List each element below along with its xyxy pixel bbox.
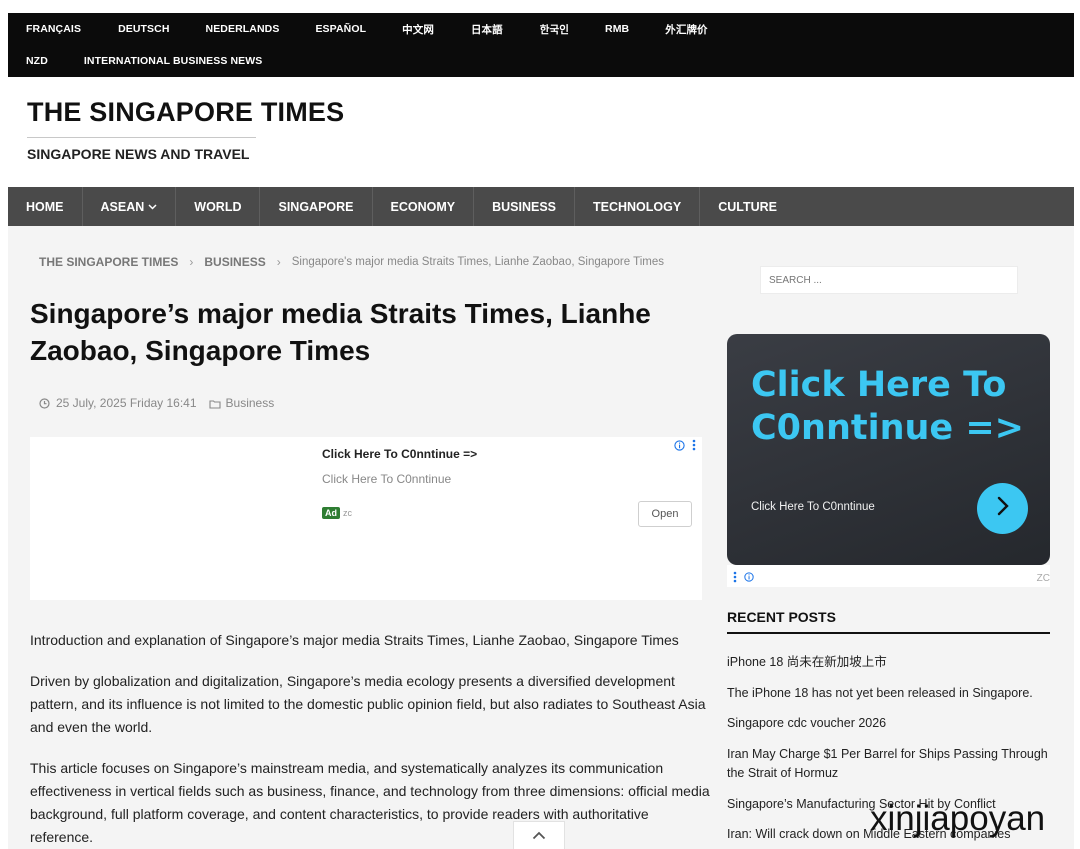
chevron-right-icon — [995, 496, 1011, 521]
promo-continue-button[interactable] — [977, 483, 1028, 534]
nav-item-label: CULTURE — [718, 199, 777, 214]
promo-headline[interactable]: Click Here To C0nntinue => — [751, 364, 1031, 450]
language-bar-row-1: FRANÇAIS DEUTSCH NEDERLANDS ESPAÑOL 中文网 … — [8, 13, 708, 45]
nav-item-label: ASEAN — [100, 199, 145, 214]
site-tagline: SINGAPORE NEWS AND TRAVEL — [27, 146, 250, 162]
ad-banner[interactable]: Click Here To C0nntinue => Click Here To… — [30, 437, 702, 600]
folder-icon — [208, 398, 221, 409]
breadcrumb-separator-icon: › — [189, 255, 194, 269]
article-category[interactable]: Business — [208, 396, 275, 410]
nav-item-technology[interactable]: TECHNOLOGY — [575, 187, 701, 226]
lang-link-nzd[interactable]: NZD — [26, 55, 48, 67]
promo-ad-card[interactable]: Click Here To C0nntinue => Click Here To… — [727, 334, 1050, 565]
recent-posts-heading: RECENT POSTS — [727, 609, 836, 625]
nav-item-singapore[interactable]: SINGAPORE — [260, 187, 373, 226]
clock-icon — [39, 397, 50, 409]
intl-business-news-link[interactable]: INTERNATIONAL BUSINESS NEWS — [84, 55, 263, 67]
recent-post-link[interactable]: iPhone 18 尚未在新加坡上市 — [727, 653, 1050, 673]
breadcrumb-section[interactable]: BUSINESS — [204, 255, 265, 269]
promo-subtext: Click Here To C0nntinue — [751, 501, 875, 513]
nav-item-asean[interactable]: ASEAN — [83, 187, 177, 226]
nav-item-culture[interactable]: CULTURE — [700, 187, 795, 226]
promo-ad-footer: ZC — [727, 565, 1050, 587]
language-bar: FRANÇAIS DEUTSCH NEDERLANDS ESPAÑOL 中文网 … — [8, 13, 1074, 77]
nav-item-label: SINGAPORE — [278, 199, 354, 214]
chevron-down-icon — [148, 202, 157, 212]
breadcrumb-home[interactable]: THE SINGAPORE TIMES — [39, 255, 178, 269]
page-frame: FRANÇAIS DEUTSCH NEDERLANDS ESPAÑOL 中文网 … — [8, 13, 1074, 849]
article-date: 25 July, 2025 Friday 16:41 — [56, 396, 197, 410]
nav-item-business[interactable]: BUSINESS — [474, 187, 575, 226]
lang-link-chinese[interactable]: 中文网 — [402, 22, 434, 37]
ad-info-icon[interactable] — [674, 440, 685, 454]
site-title[interactable]: THE SINGAPORE TIMES — [27, 97, 344, 128]
article-meta: 25 July, 2025 Friday 16:41 Business — [39, 396, 274, 410]
lang-link-nederlands[interactable]: NEDERLANDS — [206, 23, 280, 35]
chevron-up-icon — [532, 827, 546, 845]
recent-posts-divider — [727, 632, 1050, 634]
ad-options-icon[interactable] — [692, 439, 696, 454]
recent-post-link[interactable]: The iPhone 18 has not yet been released … — [727, 684, 1050, 704]
article-title: Singapore’s major media Straits Times, L… — [30, 298, 651, 366]
nav-item-label: TECHNOLOGY — [593, 199, 682, 214]
breadcrumb: THE SINGAPORE TIMES › BUSINESS › Singapo… — [39, 255, 664, 269]
ad-advertiser: zc — [343, 508, 352, 518]
article-category-label: Business — [225, 396, 275, 410]
ad-description: Click Here To C0nntinue — [322, 472, 452, 486]
lang-link-korean[interactable]: 한국인 — [540, 22, 569, 37]
site-header: THE SINGAPORE TIMES SINGAPORE NEWS AND T… — [8, 77, 1074, 187]
lang-link-espanol[interactable]: ESPAÑOL — [315, 23, 366, 35]
ad-open-button[interactable]: Open — [638, 501, 692, 527]
nav-item-label: WORLD — [194, 199, 242, 214]
lang-link-deutsch[interactable]: DEUTSCH — [118, 23, 169, 35]
nav-item-label: HOME — [26, 199, 64, 214]
ad-badge: Ad — [322, 507, 340, 519]
promo-footer-mark: ZC — [1036, 573, 1050, 584]
main-nav: HOME ASEAN WORLD SINGAPORE ECONOMY BUSIN… — [8, 187, 1074, 226]
title-divider — [27, 137, 256, 138]
watermark-text: xinjiapoyan — [870, 799, 1046, 838]
article-paragraph: This article focuses on Singapore’s main… — [30, 760, 710, 845]
nav-item-world[interactable]: WORLD — [176, 187, 261, 226]
nav-item-label: ECONOMY — [390, 199, 456, 214]
nav-item-home[interactable]: HOME — [8, 187, 83, 226]
ad-title[interactable]: Click Here To C0nntinue => — [322, 447, 477, 461]
breadcrumb-separator-icon: › — [276, 255, 281, 269]
recent-post-link[interactable]: Iran May Charge $1 Per Barrel for Ships … — [727, 745, 1050, 784]
breadcrumb-current: Singapore's major media Straits Times, L… — [291, 256, 665, 268]
lang-link-exchange-rates[interactable]: 外汇牌价 — [665, 22, 707, 37]
promo-info-icon[interactable] — [744, 572, 754, 585]
article-paragraph: Driven by globalization and digitalizati… — [30, 673, 706, 735]
nav-item-economy[interactable]: ECONOMY — [373, 187, 475, 226]
recent-post-link[interactable]: Singapore cdc voucher 2026 — [727, 714, 1050, 734]
language-bar-row-2: NZD INTERNATIONAL BUSINESS NEWS — [8, 45, 262, 77]
scroll-to-top-button[interactable] — [513, 821, 565, 849]
promo-options-icon[interactable] — [733, 571, 737, 586]
lang-link-rmb[interactable]: RMB — [605, 23, 629, 35]
lang-link-francais[interactable]: FRANÇAIS — [26, 23, 81, 35]
nav-item-label: BUSINESS — [492, 199, 556, 214]
article-paragraph: Introduction and explanation of Singapor… — [30, 632, 679, 648]
lang-link-japanese[interactable]: 日本語 — [471, 22, 503, 37]
search-input[interactable] — [760, 266, 1018, 294]
